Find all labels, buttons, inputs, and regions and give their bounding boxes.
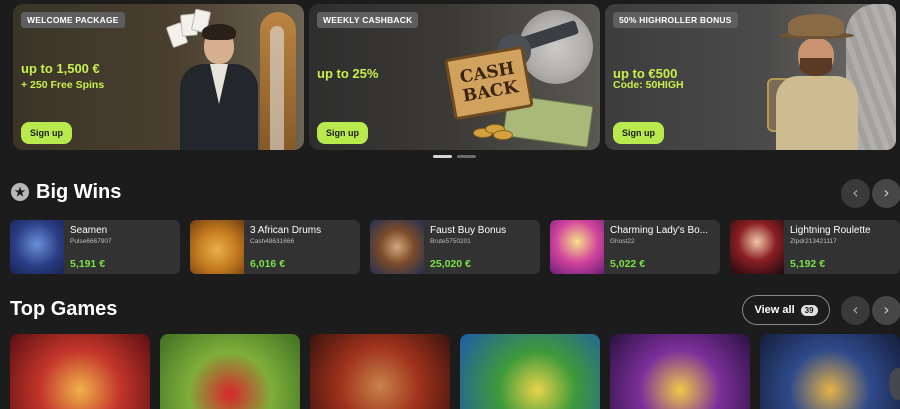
carousel-dot-active[interactable] — [433, 155, 452, 158]
game-thumbnail — [370, 220, 424, 274]
promo-banner-cashback[interactable]: CASH BACK WEEKLY CASHBACK up to 25% Sign… — [309, 4, 600, 150]
win-username: Ztpdr213421117 — [790, 238, 837, 245]
win-game-name: Lightning Roulette — [790, 225, 871, 236]
view-all-count-badge: 39 — [800, 304, 818, 316]
promo-tag: WEEKLY CASHBACK — [317, 12, 419, 28]
top-games-prev-arrow-icon[interactable]: ‹ — [841, 296, 870, 325]
promo-headline: up to 25% — [317, 66, 379, 81]
game-thumbnail — [10, 220, 64, 274]
signup-button[interactable]: Sign up — [613, 122, 664, 144]
game-tile-book[interactable] — [610, 334, 750, 409]
signup-button[interactable]: Sign up — [317, 122, 368, 144]
promo-tag: WELCOME PACKAGE — [21, 12, 125, 28]
man-in-suit-illustration — [174, 22, 264, 150]
game-tile-leprechaun[interactable] — [460, 334, 600, 409]
big-win-card[interactable]: Seamen Pulse6667907 5,191 € — [10, 220, 180, 274]
big-win-card[interactable]: Charming Lady's Bo... Ghost22 5,022 € — [550, 220, 720, 274]
big-win-card[interactable]: Lightning Roulette Ztpdr213421117 5,192 … — [730, 220, 900, 274]
win-amount: 5,191 € — [70, 258, 106, 270]
win-amount: 5,192 € — [790, 258, 826, 270]
big-win-card[interactable]: Faust Buy Bonus Brute5750201 25,020 € — [370, 220, 540, 274]
promo-headline: up to 1,500 € — [21, 61, 100, 76]
carousel-dot[interactable] — [457, 155, 476, 158]
promo-tag: 50% HIGHROLLER BONUS — [613, 12, 738, 28]
win-amount: 25,020 € — [430, 258, 471, 270]
view-all-label: View all — [754, 304, 795, 316]
promo-subline: Code: 50HIGH — [613, 79, 684, 91]
promo-banner-highroller[interactable]: 50% HIGHROLLER BONUS up to €500 Code: 50… — [605, 4, 896, 150]
win-game-name: Faust Buy Bonus — [430, 225, 507, 236]
big-win-card[interactable]: 3 African Drums Cash48631666 6,016 € — [190, 220, 360, 274]
big-wins-next-arrow-icon[interactable]: › — [872, 179, 900, 208]
game-thumbnail — [550, 220, 604, 274]
win-username: Ghost22 — [610, 238, 635, 245]
scroll-indicator[interactable] — [889, 368, 900, 400]
win-username: Brute5750201 — [430, 238, 471, 245]
coins-illustration — [473, 122, 513, 140]
big-wins-title: Big Wins — [36, 181, 122, 203]
big-wins-prev-arrow-icon[interactable]: ‹ — [841, 179, 870, 208]
explorer-illustration — [768, 10, 868, 150]
game-tile-pharaoh[interactable] — [760, 334, 900, 409]
promo-banner-welcome[interactable]: WELCOME PACKAGE up to 1,500 € + 250 Free… — [13, 4, 304, 150]
game-tile-adventurer[interactable] — [310, 334, 450, 409]
promo-subline: + 250 Free Spins — [21, 79, 105, 91]
decorative-arch-inner — [270, 26, 284, 150]
signup-button[interactable]: Sign up — [21, 122, 72, 144]
game-tile-cherries[interactable] — [160, 334, 300, 409]
casino-lobby: WELCOME PACKAGE up to 1,500 € + 250 Free… — [0, 0, 900, 409]
win-amount: 6,016 € — [250, 258, 286, 270]
game-thumbnail — [190, 220, 244, 274]
win-amount: 5,022 € — [610, 258, 646, 270]
game-tile-jester[interactable] — [10, 334, 150, 409]
game-thumbnail — [730, 220, 784, 274]
win-game-name: 3 African Drums — [250, 225, 322, 236]
carousel-pagination — [433, 155, 476, 158]
star-icon: ★ — [11, 183, 29, 201]
win-username: Cash48631666 — [250, 238, 295, 245]
top-games-next-arrow-icon[interactable]: › — [872, 296, 900, 325]
view-all-button[interactable]: View all 39 — [742, 295, 830, 325]
win-username: Pulse6667907 — [70, 238, 112, 245]
top-games-title: Top Games — [10, 298, 118, 320]
win-game-name: Charming Lady's Bo... — [610, 225, 709, 236]
win-game-name: Seamen — [70, 225, 108, 236]
